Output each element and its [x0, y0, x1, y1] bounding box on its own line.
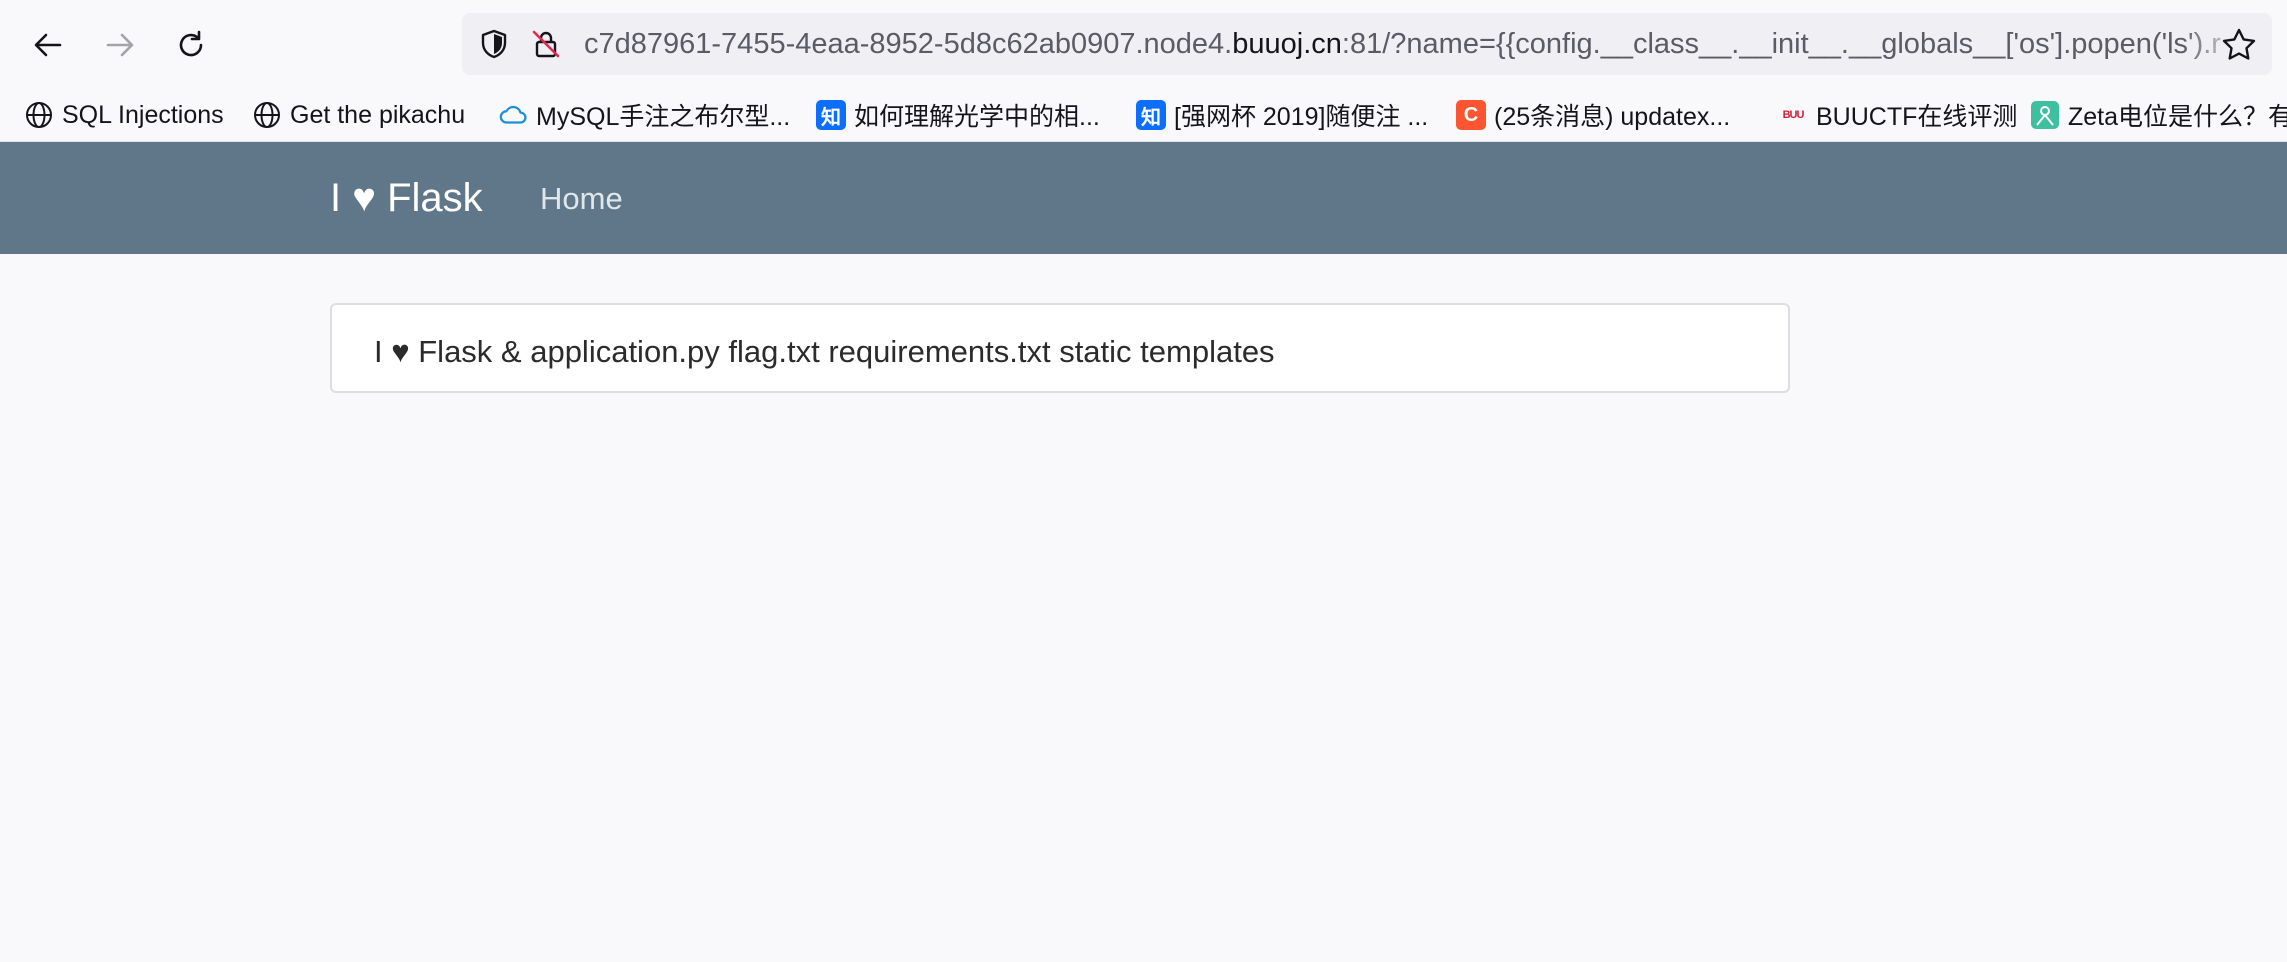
address-bar[interactable]: c7d87961-7455-4eaa-8952-5d8c62ab0907.nod…: [462, 13, 2272, 75]
bookmark-label: Get the pikachu: [290, 100, 466, 129]
back-button[interactable]: [25, 22, 71, 68]
shield-icon[interactable]: [478, 28, 510, 60]
bookmark-csdn-updatexml[interactable]: C (25条消息) updatex...: [1456, 96, 1730, 134]
url-domain: buuoj.cn: [1232, 28, 1342, 60]
command-output-text: I ♥ Flask & application.py flag.txt requ…: [374, 334, 1275, 369]
bookmark-zhihu-optics[interactable]: 知 如何理解光学中的相...: [816, 96, 1100, 134]
bookmark-label: SQL Injections: [62, 100, 224, 129]
globe-icon: [252, 100, 282, 130]
bookmark-mysql[interactable]: MySQL手注之布尔型...: [498, 96, 790, 134]
bookmark-label: [强网杯 2019]随便注 ...: [1174, 103, 1429, 131]
bookmark-qwb-2019[interactable]: 知 [强网杯 2019]随便注 ...: [1136, 96, 1428, 134]
bookmark-label: Zeta电位是什么？有: [2068, 103, 2287, 131]
bookmark-label: BUUCTF在线评测: [1816, 103, 2018, 131]
zhihu-icon: 知: [1136, 100, 1166, 130]
url-prefix: c7d87961-7455-4eaa-8952-5d8c62ab0907.nod…: [584, 28, 1233, 60]
insecure-lock-icon[interactable]: [530, 28, 562, 60]
bookmark-label: (25条消息) updatex...: [1494, 103, 1731, 131]
bookmarks-toolbar: SQL Injections Get the pikachu MySQL手注之布…: [0, 88, 2287, 142]
content-card: I ♥ Flask & application.py flag.txt requ…: [330, 303, 1790, 393]
forward-arrow-icon: [106, 33, 134, 57]
buuctf-icon: BUU: [1782, 109, 1805, 121]
globe-icon: [24, 100, 54, 130]
bookmark-buuctf[interactable]: BUU BUUCTF在线评测: [1778, 96, 2018, 134]
reload-button[interactable]: [168, 22, 214, 68]
bookmark-label: 如何理解光学中的相...: [854, 103, 1100, 131]
csdn-icon: C: [1456, 100, 1486, 130]
nav-home-link[interactable]: Home: [540, 178, 623, 220]
bookmark-get-the-pikachu[interactable]: Get the pikachu: [252, 96, 465, 134]
url-text[interactable]: c7d87961-7455-4eaa-8952-5d8c62ab0907.nod…: [584, 25, 2221, 63]
bookmark-zeta-potential[interactable]: Zeta电位是什么？有: [2030, 96, 2287, 134]
reload-icon: [179, 30, 203, 57]
bookmark-star-icon[interactable]: [2220, 26, 2258, 64]
zeta-icon: [2030, 100, 2060, 130]
site-navbar: I ♥ Flask Home: [0, 142, 2287, 254]
cloud-icon: [498, 100, 528, 130]
site-brand[interactable]: I ♥ Flask: [330, 170, 483, 226]
zhihu-icon: 知: [816, 100, 846, 130]
url-suffix: :81/?name={{config.__class__.__init__.__…: [1341, 28, 2221, 60]
browser-toolbar: c7d87961-7455-4eaa-8952-5d8c62ab0907.nod…: [0, 0, 2287, 88]
back-arrow-icon: [34, 33, 62, 57]
bookmark-sql-injections[interactable]: SQL Injections: [24, 96, 224, 134]
bookmark-label: MySQL手注之布尔型...: [536, 103, 791, 131]
forward-button[interactable]: [97, 22, 143, 68]
